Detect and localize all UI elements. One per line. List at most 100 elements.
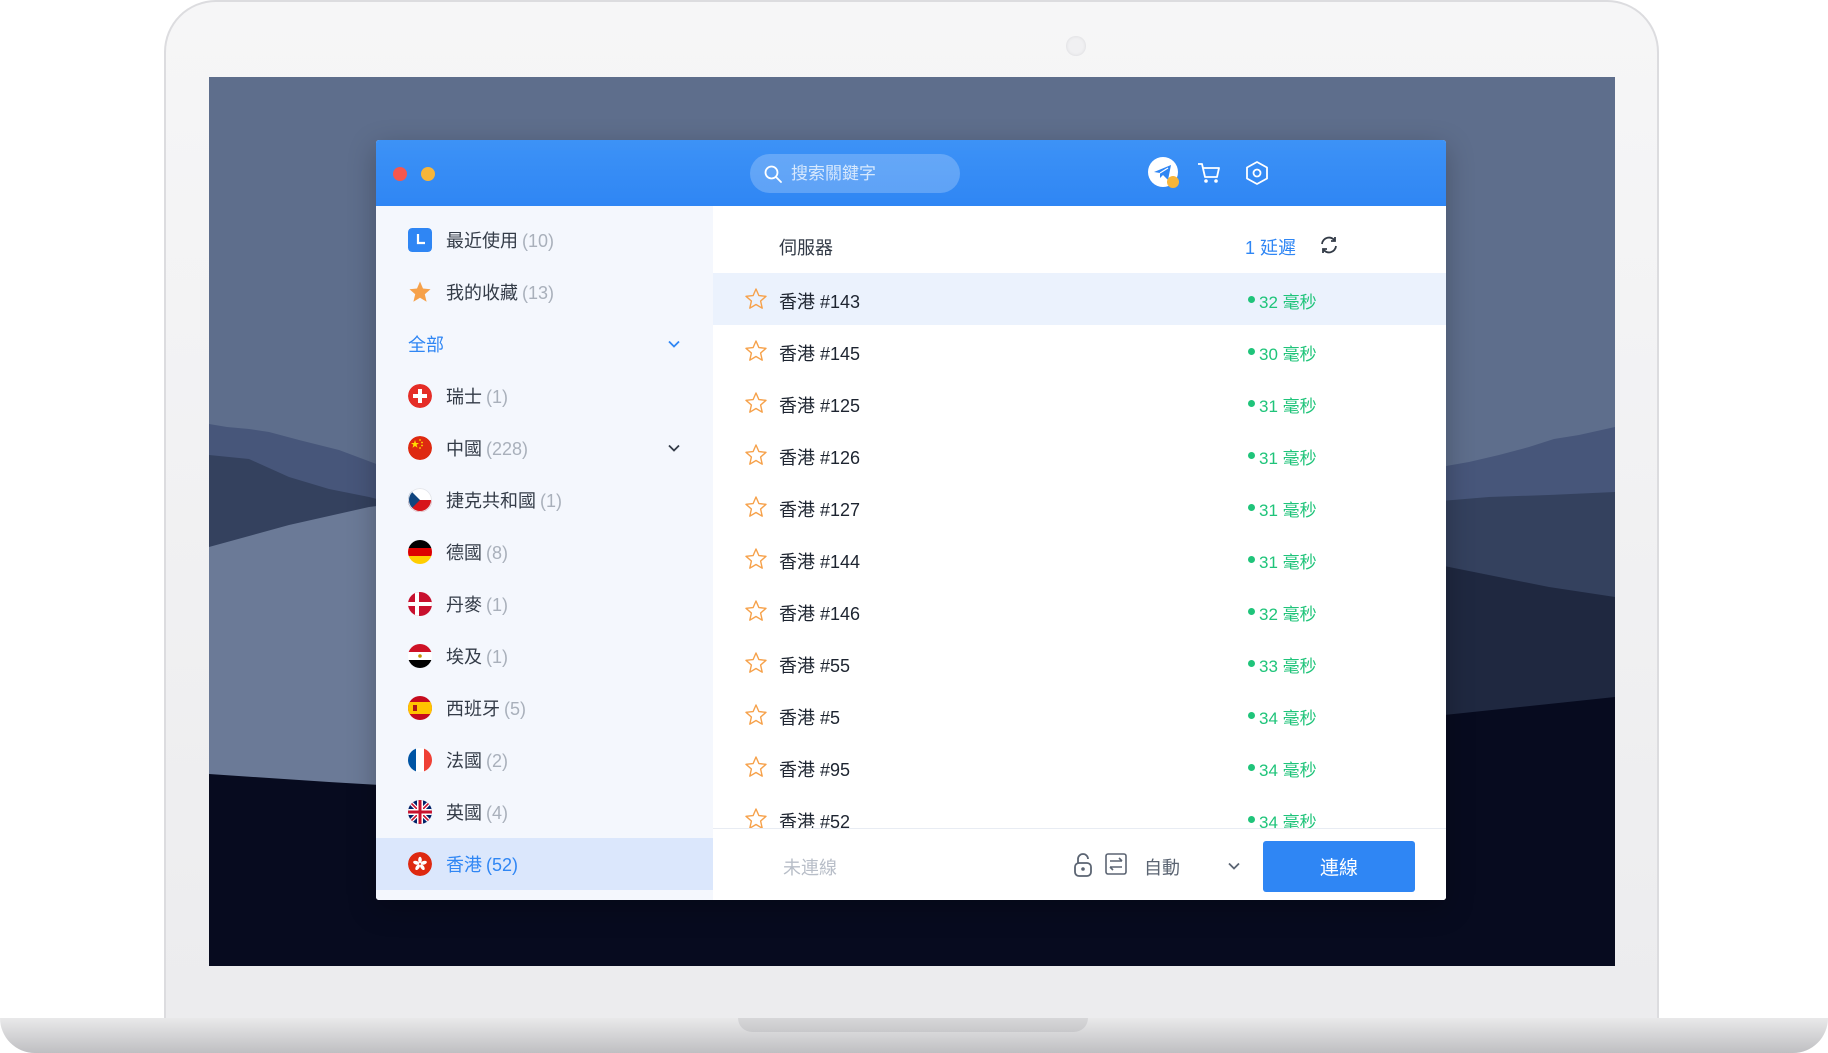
sidebar-item-egypt[interactable]: 埃及 (1) — [376, 630, 713, 682]
server-row[interactable]: 香港 #145 30 毫秒 — [713, 325, 1446, 377]
server-name: 香港 #127 — [779, 500, 861, 520]
cart-button[interactable] — [1192, 156, 1226, 190]
ping-status-dot — [1248, 348, 1255, 355]
chevron-down-icon[interactable] — [1227, 859, 1241, 873]
star-outline-icon[interactable] — [744, 755, 768, 779]
sidebar-section-all[interactable]: 全部 — [376, 318, 713, 370]
star-outline-icon[interactable] — [744, 651, 768, 675]
connect-button[interactable]: 連線 — [1263, 841, 1415, 892]
sidebar-item-denmark[interactable]: 丹麥 (1) — [376, 578, 713, 630]
server-name: 香港 #55 — [779, 656, 851, 676]
sidebar-item-count: (1) — [486, 595, 508, 615]
vpn-app-window: 最近使用(10) 我的收藏(13) 全部 瑞士(1) — [376, 140, 1446, 900]
star-outline-icon[interactable] — [744, 807, 768, 828]
telegram-button[interactable] — [1147, 156, 1181, 190]
sidebar-item-recent[interactable]: 最近使用 (10) — [376, 214, 713, 266]
server-name: 香港 #146 — [779, 604, 861, 624]
search-icon — [764, 165, 782, 183]
sidebar-item-label: 最近使用 — [446, 231, 518, 251]
sidebar-item-spain[interactable]: 西班牙 (5) — [376, 682, 713, 734]
server-name: 香港 #144 — [779, 552, 861, 572]
ping-status-dot — [1248, 504, 1255, 511]
close-window-button[interactable] — [393, 167, 407, 181]
sidebar-item-united-kingdom[interactable]: 英國 (4) — [376, 786, 713, 838]
cart-icon — [1198, 163, 1220, 183]
sidebar-item-switzerland[interactable]: 瑞士 (1) — [376, 370, 713, 422]
czech-flag-icon — [408, 488, 432, 512]
star-outline-icon[interactable] — [744, 547, 768, 571]
server-list: 香港 #143 32 毫秒 香港 #145 30 毫秒 香港 #125 31 毫秒 香港 #… — [713, 273, 1446, 828]
star-outline-icon[interactable] — [744, 703, 768, 727]
server-ping: 34 毫秒 — [1259, 761, 1317, 780]
star-filled-icon — [409, 281, 431, 302]
hong-kong-flag-icon — [408, 852, 432, 876]
egypt-flag-icon — [408, 644, 432, 668]
sidebar-item-label: 瑞士 — [446, 387, 482, 407]
ping-status-dot — [1248, 400, 1255, 407]
settings-button[interactable] — [1240, 156, 1274, 190]
star-outline-icon[interactable] — [744, 339, 768, 363]
search-input[interactable] — [789, 162, 953, 185]
server-row[interactable]: 香港 #95 34 毫秒 — [713, 741, 1446, 793]
uk-flag-icon — [408, 800, 432, 824]
server-row[interactable]: 香港 #52 34 毫秒 — [713, 793, 1446, 828]
sidebar-item-count: (52) — [486, 855, 519, 875]
server-row[interactable]: 香港 #143 32 毫秒 — [713, 273, 1446, 325]
chevron-down-icon[interactable] — [667, 441, 681, 455]
server-ping: 31 毫秒 — [1259, 397, 1317, 416]
title-bar — [376, 140, 1446, 206]
ping-status-dot — [1248, 608, 1255, 615]
star-outline-icon[interactable] — [744, 391, 768, 415]
sidebar-item-count: (1) — [540, 491, 562, 511]
minimize-window-button[interactable] — [421, 167, 435, 181]
server-row[interactable]: 香港 #126 31 毫秒 — [713, 429, 1446, 481]
spain-flag-icon — [408, 696, 432, 720]
server-ping: 31 毫秒 — [1259, 501, 1317, 520]
star-outline-icon[interactable] — [744, 495, 768, 519]
column-header-server: 伺服器 — [779, 238, 833, 258]
sidebar-item-count: (10) — [522, 231, 555, 251]
sidebar-item-china[interactable]: 中國 (228) — [376, 422, 713, 474]
server-row[interactable]: 香港 #5 34 毫秒 — [713, 689, 1446, 741]
sidebar-item-label: 西班牙 — [446, 699, 500, 719]
server-name: 香港 #143 — [779, 292, 861, 312]
ping-status-dot — [1248, 296, 1255, 303]
server-name: 香港 #95 — [779, 760, 851, 780]
server-list-header: 伺服器 1 延遲 — [713, 206, 1446, 273]
protocol-select[interactable]: 自動 — [1144, 854, 1180, 880]
sidebar-item-hong-kong[interactable]: 香港 (52) — [376, 838, 713, 890]
star-outline-icon[interactable] — [744, 599, 768, 623]
connection-status: 未連線 — [783, 858, 837, 878]
star-outline-icon[interactable] — [744, 443, 768, 467]
sort-by-latency[interactable]: 1 延遲 — [1245, 234, 1296, 260]
clock-icon — [408, 228, 432, 252]
server-row[interactable]: 香港 #146 32 毫秒 — [713, 585, 1446, 637]
server-name: 香港 #5 — [779, 708, 841, 728]
server-row[interactable]: 香港 #127 31 毫秒 — [713, 481, 1446, 533]
sidebar-item-germany[interactable]: 德國 (8) — [376, 526, 713, 578]
server-row[interactable]: 香港 #125 31 毫秒 — [713, 377, 1446, 429]
sidebar-item-count: (1) — [486, 647, 508, 667]
server-ping: 34 毫秒 — [1259, 709, 1317, 728]
star-outline-icon[interactable] — [744, 287, 768, 311]
sidebar: 最近使用 (10) 我的收藏 (13) 全部 瑞士 (1) 中國 (228) 捷… — [376, 206, 714, 900]
lock-icon[interactable] — [1072, 852, 1094, 878]
sidebar-item-czech-republic[interactable]: 捷克共和國 (1) — [376, 474, 713, 526]
refresh-icon[interactable] — [1318, 234, 1340, 256]
sidebar-item-label: 德國 — [446, 543, 482, 563]
ping-status-dot — [1248, 660, 1255, 667]
server-row[interactable]: 香港 #144 31 毫秒 — [713, 533, 1446, 585]
server-ping: 34 毫秒 — [1259, 813, 1317, 828]
protocol-switch-icon[interactable] — [1104, 852, 1128, 876]
sidebar-item-favorites[interactable]: 我的收藏 (13) — [376, 266, 713, 318]
search-box[interactable] — [750, 154, 960, 193]
server-row[interactable]: 香港 #55 33 毫秒 — [713, 637, 1446, 689]
server-name: 香港 #125 — [779, 396, 861, 416]
china-flag-icon — [408, 436, 432, 460]
sidebar-item-count: (1) — [486, 387, 508, 407]
server-panel: 伺服器 1 延遲 香港 #143 32 毫秒 香港 #145 30 毫秒 香港 #125… — [713, 206, 1446, 900]
server-ping: 31 毫秒 — [1259, 553, 1317, 572]
sidebar-item-france[interactable]: 法國 (2) — [376, 734, 713, 786]
sidebar-item-count: (13) — [522, 283, 555, 303]
server-ping: 33 毫秒 — [1259, 657, 1317, 676]
